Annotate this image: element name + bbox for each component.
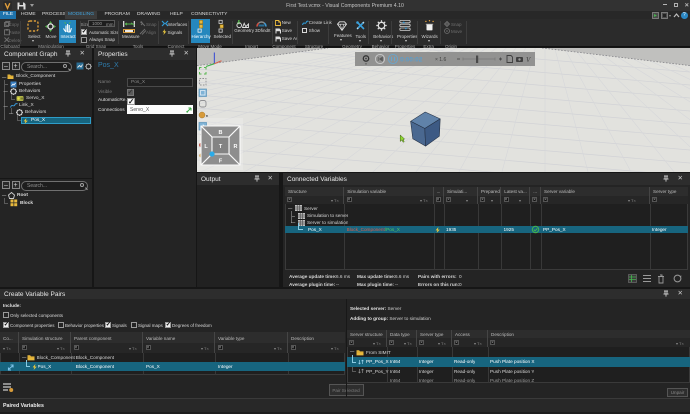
- svg-text:0:00:02: 0:00:02: [400, 57, 423, 64]
- svg-text:× 1.6: × 1.6: [435, 57, 446, 63]
- svg-text:V: V: [526, 56, 531, 64]
- svg-text:B: B: [219, 130, 223, 136]
- svg-text:R: R: [234, 144, 238, 150]
